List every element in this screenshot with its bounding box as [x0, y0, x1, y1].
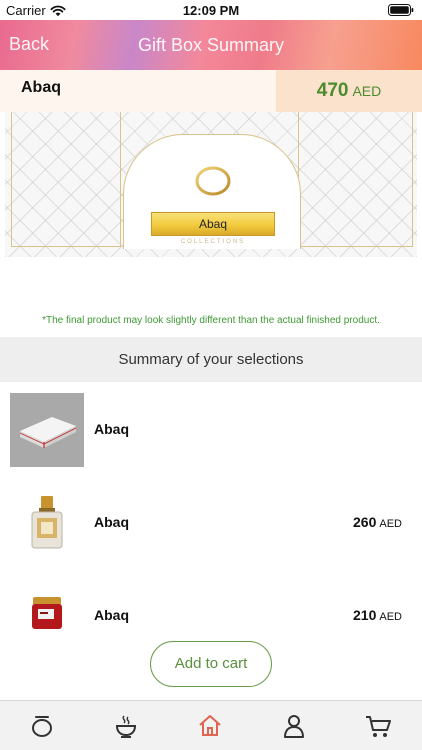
disclaimer-text: *The final product may look slightly dif…	[42, 315, 380, 326]
status-bar: Carrier 12:09 PM	[0, 0, 422, 20]
status-time: 12:09 PM	[182, 3, 240, 18]
incense-jar-icon	[10, 579, 84, 653]
perfume-bottle-icon	[10, 486, 84, 560]
nav-bar: Back Gift Box Summary	[0, 20, 422, 70]
banner-label: Abaq	[151, 212, 275, 236]
item-price-amount: 210	[353, 607, 377, 623]
list-item[interactable]: Abaq 260 AED	[0, 486, 422, 566]
cart-icon	[366, 716, 391, 737]
tab-incense[interactable]	[84, 701, 168, 750]
tab-home[interactable]	[168, 701, 252, 750]
item-name: Abaq	[94, 514, 129, 530]
total-price-currency: AED	[352, 83, 382, 99]
item-price-currency: AED	[379, 518, 402, 530]
tab-profile[interactable]	[252, 701, 336, 750]
incense-burner-icon	[115, 715, 137, 738]
list-item[interactable]: Abaq	[0, 393, 422, 473]
profile-icon	[284, 715, 304, 738]
item-name: Abaq	[94, 607, 129, 623]
total-price: 470 AED	[276, 70, 422, 112]
gift-box-header: Abaq 470 AED	[0, 70, 422, 112]
home-icon	[199, 715, 221, 736]
gift-box-preview: Abaq COLLECTIONS	[5, 112, 417, 257]
tab-bar	[0, 700, 422, 750]
total-price-amount: 470	[316, 80, 349, 101]
item-price-amount: 260	[353, 514, 377, 530]
summary-header: Summary of your selections	[0, 337, 422, 382]
item-name: Abaq	[94, 421, 129, 437]
page-title: Gift Box Summary	[137, 35, 285, 55]
brand-logo-icon	[195, 161, 231, 196]
item-price: 260 AED	[353, 514, 402, 530]
ring-icon	[32, 716, 52, 737]
item-price: 210 AED	[353, 607, 402, 623]
gift-box-icon	[10, 393, 84, 467]
item-price-currency: AED	[379, 611, 402, 623]
gift-box-name: Abaq	[21, 79, 61, 96]
banner-subtitle: COLLECTIONS	[180, 239, 246, 245]
banner-frame-right	[298, 112, 413, 247]
tab-cart[interactable]	[336, 701, 420, 750]
tab-collections[interactable]	[0, 701, 84, 750]
add-to-cart-button[interactable]: Add to cart	[150, 641, 272, 687]
banner-frame-left	[11, 112, 121, 247]
battery-icon	[388, 4, 414, 19]
